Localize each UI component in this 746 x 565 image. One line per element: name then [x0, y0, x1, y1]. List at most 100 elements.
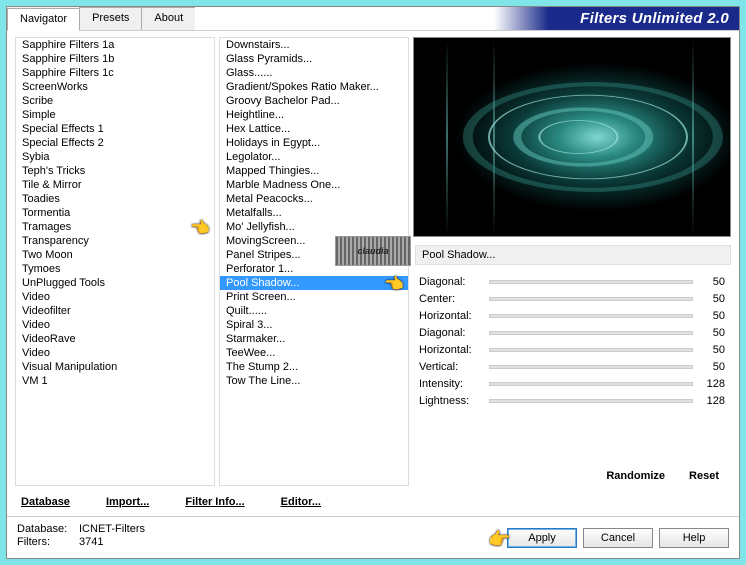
filter-info-link[interactable]: Filter Info...: [181, 494, 248, 510]
titlebar: Navigator Presets About Filters Unlimite…: [7, 7, 739, 31]
param-value: 128: [693, 378, 725, 390]
filter-item[interactable]: Downstairs...: [220, 38, 408, 52]
filter-item[interactable]: Hex Lattice...: [220, 122, 408, 136]
database-value: ICNET-Filters: [79, 523, 145, 535]
param-label: Diagonal:: [419, 276, 489, 288]
param-slider[interactable]: [489, 314, 693, 318]
filters-count-label: Filters:: [17, 536, 73, 548]
database-label: Database:: [17, 523, 73, 535]
database-link[interactable]: Database: [17, 494, 74, 510]
category-item[interactable]: Special Effects 2: [16, 136, 214, 150]
param-value: 50: [693, 361, 725, 373]
bottom-link-row: Database Import... Filter Info... Editor…: [7, 490, 739, 516]
param-label: Lightness:: [419, 395, 489, 407]
category-item[interactable]: UnPlugged Tools: [16, 276, 214, 290]
tab-strip: Navigator Presets About: [7, 7, 195, 30]
category-item[interactable]: Visual Manipulation: [16, 360, 214, 374]
param-slider[interactable]: [489, 280, 693, 284]
cancel-button[interactable]: Cancel: [583, 528, 653, 548]
filter-item[interactable]: Mo' Jellyfish...: [220, 220, 408, 234]
filter-item[interactable]: Glass......: [220, 66, 408, 80]
param-row: Horizontal: 50: [413, 307, 731, 324]
param-row: Vertical:50: [413, 358, 731, 375]
reset-button[interactable]: Reset: [689, 470, 719, 482]
category-item[interactable]: Teph's Tricks: [16, 164, 214, 178]
filter-item[interactable]: Print Screen...: [220, 290, 408, 304]
filter-item[interactable]: Starmaker...: [220, 332, 408, 346]
filter-item[interactable]: Marble Madness One...: [220, 178, 408, 192]
category-item[interactable]: Tymoes: [16, 262, 214, 276]
apply-button[interactable]: 👉 Apply: [507, 528, 577, 548]
category-item[interactable]: Video: [16, 290, 214, 304]
tab-presets[interactable]: Presets: [79, 7, 142, 30]
filter-item[interactable]: Glass Pyramids...: [220, 52, 408, 66]
category-item[interactable]: Transparency: [16, 234, 214, 248]
parameter-list: Diagonal:50Center:50Horizontal:50Diagona…: [413, 273, 731, 462]
category-item[interactable]: Video: [16, 346, 214, 360]
param-slider[interactable]: [489, 399, 693, 403]
filter-item[interactable]: Quilt......: [220, 304, 408, 318]
app-window: Navigator Presets About Filters Unlimite…: [6, 6, 740, 559]
randomize-button[interactable]: Randomize: [606, 470, 665, 482]
category-item[interactable]: Videofilter: [16, 304, 214, 318]
category-item[interactable]: Video: [16, 318, 214, 332]
param-label: Horizontal:: [419, 310, 489, 322]
main-area: Sapphire Filters 1aSapphire Filters 1bSa…: [7, 31, 739, 490]
param-label: Diagonal:: [419, 327, 489, 339]
category-item[interactable]: Tormentia: [16, 206, 214, 220]
filter-item[interactable]: The Stump 2...: [220, 360, 408, 374]
category-item[interactable]: VM 1: [16, 374, 214, 388]
filter-item[interactable]: Groovy Bachelor Pad...: [220, 94, 408, 108]
tab-about[interactable]: About: [141, 7, 196, 30]
param-label: Center:: [419, 293, 489, 305]
category-item[interactable]: Sapphire Filters 1a: [16, 38, 214, 52]
category-item[interactable]: ScreenWorks: [16, 80, 214, 94]
param-slider[interactable]: [489, 382, 693, 386]
param-slider[interactable]: [489, 331, 693, 335]
database-info: Database:ICNET-Filters Filters:3741: [17, 523, 145, 548]
category-column: Sapphire Filters 1aSapphire Filters 1bSa…: [15, 37, 215, 486]
param-slider[interactable]: [489, 348, 693, 352]
category-item[interactable]: Two Moon: [16, 248, 214, 262]
filter-item[interactable]: Holidays in Egypt...: [220, 136, 408, 150]
filter-item[interactable]: Metal Peacocks...: [220, 192, 408, 206]
app-title: Filters Unlimited 2.0: [580, 10, 729, 27]
param-value: 50: [693, 310, 725, 322]
category-item[interactable]: VideoRave: [16, 332, 214, 346]
category-item[interactable]: Toadies: [16, 192, 214, 206]
filter-item[interactable]: Mapped Thingies...: [220, 164, 408, 178]
preview-image: [413, 37, 731, 237]
param-slider[interactable]: [489, 365, 693, 369]
editor-link[interactable]: Editor...: [277, 494, 325, 510]
category-item[interactable]: Scribe: [16, 94, 214, 108]
filter-item[interactable]: Metalfalls...: [220, 206, 408, 220]
param-value: 50: [693, 293, 725, 305]
param-slider[interactable]: [489, 297, 693, 301]
help-button[interactable]: Help: [659, 528, 729, 548]
filter-item[interactable]: Legolator...: [220, 150, 408, 164]
right-panel: claudia Pool Shadow... Diagonal:50Center…: [413, 37, 731, 486]
category-item[interactable]: Simple: [16, 108, 214, 122]
category-item[interactable]: Special Effects 1: [16, 122, 214, 136]
import-link[interactable]: Import...: [102, 494, 153, 510]
category-item[interactable]: Tile & Mirror: [16, 178, 214, 192]
hand-pointer-icon: 👉: [488, 529, 510, 550]
category-list[interactable]: Sapphire Filters 1aSapphire Filters 1bSa…: [15, 37, 215, 486]
filter-item[interactable]: Gradient/Spokes Ratio Maker...: [220, 80, 408, 94]
filter-item[interactable]: Tow The Line...: [220, 374, 408, 388]
filter-item[interactable]: Pool Shadow...👈: [220, 276, 408, 290]
tab-navigator[interactable]: Navigator: [7, 8, 80, 31]
category-item[interactable]: Tramages👈: [16, 220, 214, 234]
current-filter-name: Pool Shadow...: [415, 245, 731, 265]
randomize-reset-row: Randomize Reset: [413, 468, 731, 486]
category-item[interactable]: Sybia: [16, 150, 214, 164]
filter-item[interactable]: TeeWee...: [220, 346, 408, 360]
param-label: Horizontal:: [419, 344, 489, 356]
category-item[interactable]: Sapphire Filters 1b: [16, 52, 214, 66]
param-row: Diagonal:50: [413, 324, 731, 341]
param-value: 128: [693, 395, 725, 407]
param-value: 50: [693, 276, 725, 288]
filter-item[interactable]: Spiral 3...: [220, 318, 408, 332]
category-item[interactable]: Sapphire Filters 1c: [16, 66, 214, 80]
filter-item[interactable]: Heightline...: [220, 108, 408, 122]
